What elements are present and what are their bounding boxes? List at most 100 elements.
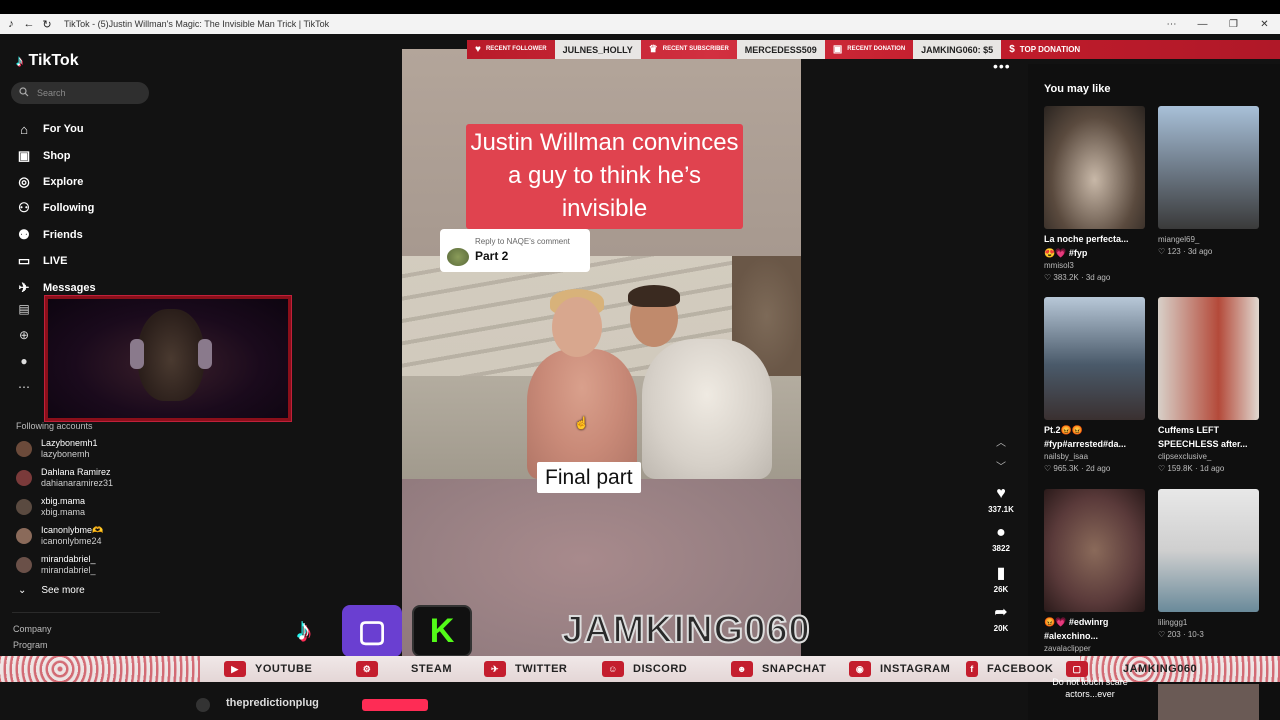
video-thumbnail <box>1158 489 1259 612</box>
alert-top-donation: $ TOP DONATION <box>1001 40 1088 59</box>
snapchat-icon: ☻ <box>731 661 753 677</box>
search-input[interactable] <box>37 88 137 98</box>
account-handle: dahianaramirez31 <box>41 478 114 488</box>
final-part-label: Final part <box>537 462 641 493</box>
card-stats: ♡ 203 · 10-3 <box>1158 630 1204 639</box>
activity-icon[interactable]: ▤ <box>16 302 32 316</box>
video-thumbnail <box>1158 106 1259 229</box>
you-may-like-header: You may like <box>1044 83 1111 95</box>
social-label: INSTAGRAM <box>880 663 951 675</box>
following-account[interactable]: xbig.mama xbig.mama <box>16 496 85 518</box>
share-icon: ➦ <box>994 604 1008 621</box>
account-handle: mirandabriel_ <box>41 565 96 575</box>
recommended-video-card[interactable]: Pt.2😡😡 #fyp#arrested#da... nailsby_isaa … <box>1044 297 1145 475</box>
following-account[interactable]: Icanonlybme🫶 icanonlybme24 <box>16 525 103 547</box>
logo-text: TikTok <box>28 52 79 69</box>
nav-label: Shop <box>43 149 71 162</box>
money-bag-icon: $ <box>1009 44 1015 55</box>
share-button[interactable]: ➦ 20K <box>981 602 1021 633</box>
alert-name: JULNES_HOLLY <box>554 40 641 59</box>
live-icon: ▭ <box>17 253 31 269</box>
next-video-username[interactable]: thepredictionplug <box>226 697 319 709</box>
footer-link-program[interactable]: Program <box>13 640 48 650</box>
comment-button[interactable]: ● 3822 <box>981 524 1021 553</box>
video-more-options-icon[interactable]: ••• <box>993 58 1011 74</box>
nav-following[interactable]: ⚇ Following <box>16 195 96 221</box>
like-button[interactable]: ♥ 337.1K <box>981 485 1021 514</box>
see-more-button[interactable]: ⌄ See more <box>18 585 85 596</box>
comment-icon: ● <box>996 524 1006 541</box>
kick-logo-icon: K <box>412 605 472 657</box>
video-hair <box>628 285 680 307</box>
recommended-video-card[interactable]: lilinggg1 ♡ 203 · 10-3 <box>1158 489 1259 641</box>
social-label: JAMKING060 <box>1123 663 1198 675</box>
recommended-video-card[interactable]: 😡💗 #edwinrg #alexchino... zavalaclipper <box>1044 489 1145 655</box>
browser-title-bar: ♪ ← ↻ TikTok - (5)Justin Willman's Magic… <box>0 14 1280 34</box>
card-user: clipsexclusive_ <box>1158 452 1212 461</box>
tiktok-logo[interactable]: ♪ TikTok <box>16 52 79 70</box>
next-video-arrow-icon[interactable]: ﹀ <box>981 458 1021 473</box>
nav-live[interactable]: ▭ LIVE <box>16 248 96 274</box>
card-stats: ♡ 123 · 3d ago <box>1158 247 1213 256</box>
heart-icon: ♥ <box>996 485 1006 502</box>
social-label: YOUTUBE <box>255 663 313 675</box>
discord-icon: ☺ <box>602 661 624 677</box>
social-snapchat: ☻ SNAPCHAT <box>731 656 826 682</box>
twitter-icon: ✈ <box>484 661 506 677</box>
more-icon[interactable]: ⋯ <box>16 380 32 394</box>
recommended-video-card[interactable]: miangel69_ ♡ 123 · 3d ago <box>1158 106 1259 258</box>
nav-for-you[interactable]: ⌂ For You <box>16 116 96 142</box>
twitch-logo-icon: ▢ <box>342 605 402 657</box>
close-button[interactable]: ✕ <box>1249 19 1280 30</box>
steam-icon: ⚙ <box>356 661 378 677</box>
like-count: 337.1K <box>988 505 1014 514</box>
recommended-video-card[interactable]: La noche perfecta... 😍💗 #fyp mmisol3 ♡ 3… <box>1044 106 1145 284</box>
account-handle: xbig.mama <box>41 507 86 517</box>
card-title-line2: 😍💗 #fyp <box>1044 248 1088 258</box>
follow-button[interactable] <box>362 699 428 711</box>
avatar <box>16 528 32 544</box>
following-account[interactable]: Lazybonemh1 lazybonemh <box>16 438 98 460</box>
following-account[interactable]: Dahlana Ramirez dahianaramirez31 <box>16 467 113 489</box>
social-label: TWITTER <box>515 663 568 675</box>
card-title: 😡💗 #edwinrg <box>1044 617 1109 627</box>
trophy-icon: ♛ <box>648 44 658 55</box>
minimize-button[interactable]: — <box>1187 19 1218 30</box>
social-label: DISCORD <box>633 663 688 675</box>
save-button[interactable]: ▮ 26K <box>981 563 1021 594</box>
alert-badge: TOP DONATION <box>1019 45 1081 54</box>
card-title: Pt.2😡😡 <box>1044 425 1083 435</box>
upload-icon[interactable]: ⊕ <box>16 328 32 342</box>
reload-icon[interactable]: ↻ <box>40 17 54 31</box>
home-icon: ⌂ <box>20 121 28 137</box>
back-icon[interactable]: ← <box>22 17 36 31</box>
tiktok-note-icon: ♪ <box>16 52 24 70</box>
nav-explore[interactable]: ◎ Explore <box>16 169 96 195</box>
nav-friends[interactable]: ⚉ Friends <box>16 222 96 248</box>
nav-shop[interactable]: ▣ Shop <box>16 142 96 168</box>
search-bar[interactable] <box>11 82 149 104</box>
previous-video-arrow-icon[interactable]: ︿ <box>981 434 1021 449</box>
following-account[interactable]: mirandabriel_ mirandabriel_ <box>16 554 96 576</box>
tiktok-logo-icon: ♪ <box>296 614 312 647</box>
alert-badge: RECENT DONATION <box>847 46 906 52</box>
account-name: Dahlana Ramirez <box>41 467 111 477</box>
card-stats: ♡ 383.2K · 3d ago <box>1044 273 1111 282</box>
alert-recent-donation: ▣ RECENT DONATION <box>825 40 913 59</box>
video-head <box>552 297 602 357</box>
social-label: STEAM <box>411 663 452 675</box>
social-instagram: ◉ INSTAGRAM <box>849 656 950 682</box>
nav-label: For You <box>43 123 84 136</box>
card-stats: ♡ 965.3K · 2d ago <box>1044 464 1111 473</box>
nav-label: Following <box>43 202 95 215</box>
profile-avatar-icon[interactable]: ● <box>16 354 32 368</box>
instagram-icon: ◉ <box>849 661 871 677</box>
card-user: zavalaclipper <box>1044 644 1091 653</box>
more-options-button[interactable]: ⋯ <box>1156 19 1187 30</box>
maximize-button[interactable]: ❐ <box>1218 19 1249 30</box>
video-player[interactable]: Justin Willman convinces a guy to think … <box>402 49 801 680</box>
recommended-video-card[interactable]: Cuffems LEFT SPEECHLESS after... clipsex… <box>1158 297 1259 475</box>
video-caption: Justin Willman convinces a guy to think … <box>466 124 743 229</box>
footer-link-company[interactable]: Company <box>13 624 52 634</box>
following-accounts-header: Following accounts <box>16 421 93 431</box>
